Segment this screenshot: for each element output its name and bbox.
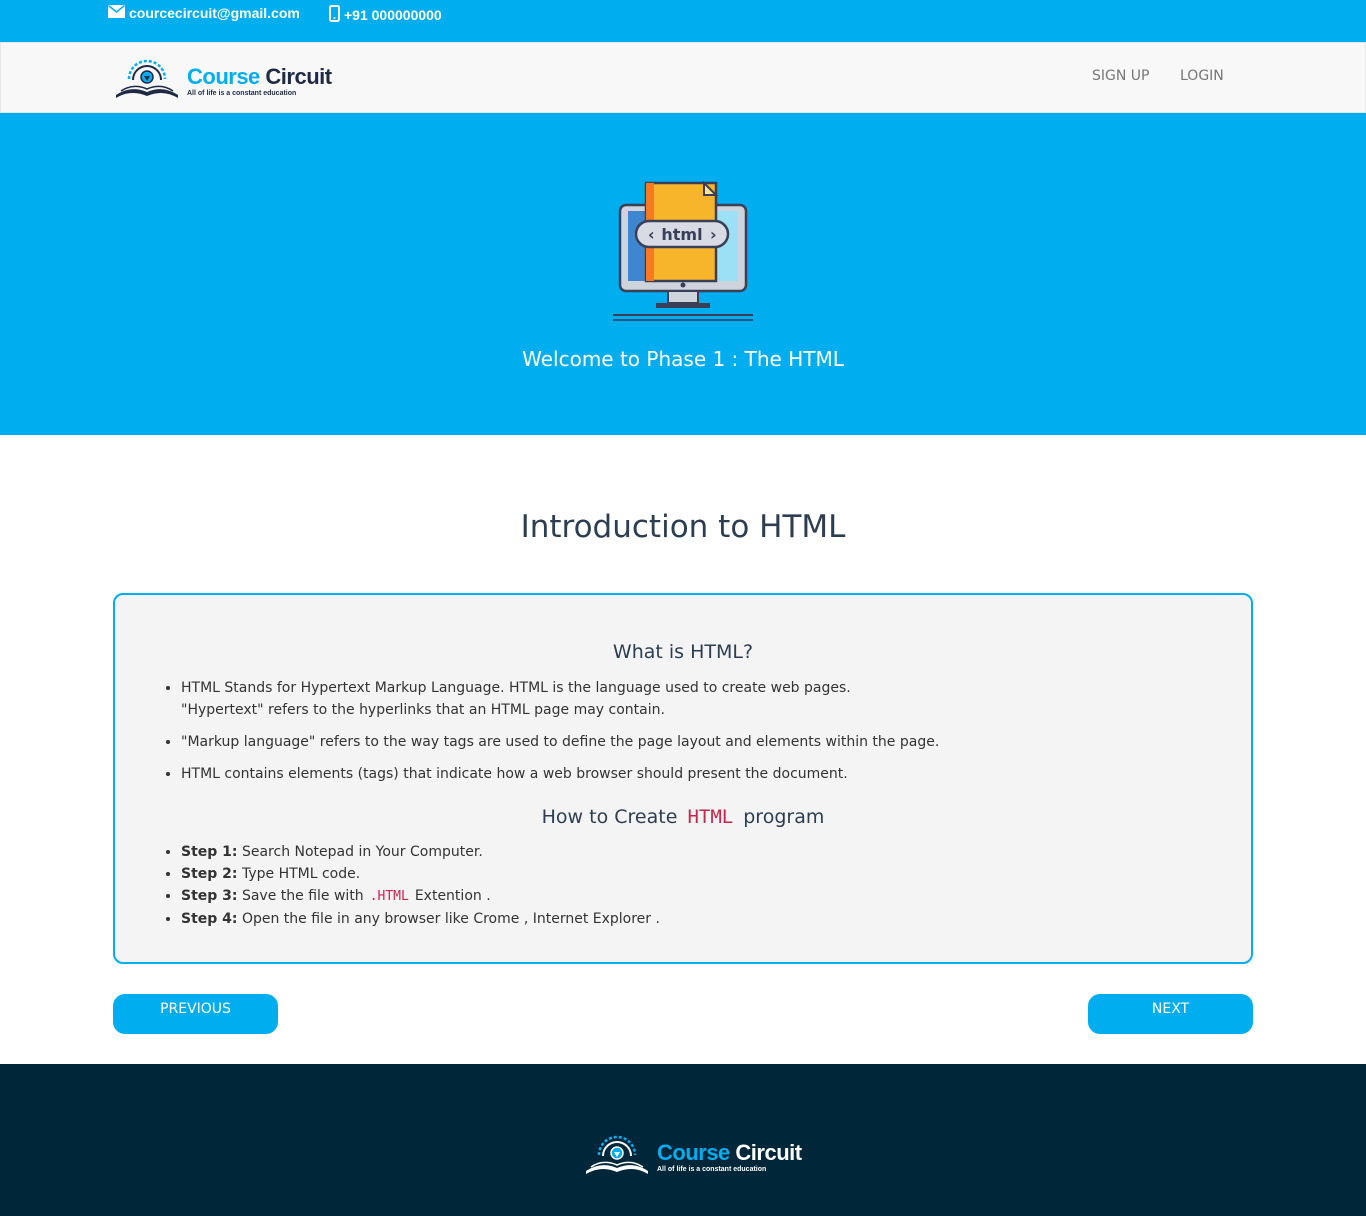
step-item: Step 3: Save the file with .HTML Extention… xyxy=(181,885,660,908)
brand-name: Course Circuit xyxy=(187,63,332,89)
list-item-text: "Markup language" refers to the way tags… xyxy=(181,734,940,750)
heading-code: HTML xyxy=(687,806,734,828)
hero-title: Welcome to Phase 1 : The HTML xyxy=(522,347,844,371)
previous-button[interactable]: PREVIOUS xyxy=(113,994,278,1034)
html-label: html xyxy=(661,225,702,244)
brand-name-second: Circuit xyxy=(265,63,332,89)
open-book-logo-icon xyxy=(113,57,181,105)
heading-text: program xyxy=(743,806,825,828)
step-text: Open the file in any browser like Crome … xyxy=(241,911,660,927)
step-text: Search Notepad in Your Computer. xyxy=(241,844,483,860)
step-label: Step 3: xyxy=(181,888,238,904)
brand-tagline: All of life is a constant education xyxy=(187,89,297,97)
html-definition-list: HTML Stands for Hypertext Markup Languag… xyxy=(181,677,939,795)
list-item-text: "Hypertext" refers to the hyperlinks tha… xyxy=(181,702,665,718)
step-label: Step 1: xyxy=(181,844,238,860)
svg-text:›: › xyxy=(710,225,717,244)
heading-text: How to Create xyxy=(541,806,678,828)
step-text: Save the file with xyxy=(241,888,364,904)
page-title: Introduction to HTML xyxy=(520,509,846,545)
list-item-text: HTML contains elements (tags) that indic… xyxy=(181,766,848,782)
step-text: Extention . xyxy=(414,888,491,904)
brand-name-first: Course xyxy=(187,63,260,89)
envelope-icon xyxy=(108,4,129,21)
step-label: Step 4: xyxy=(181,911,238,927)
navbar: Course Circuit All of life is a constant… xyxy=(0,42,1366,113)
brand-name-first: Course xyxy=(657,1139,730,1165)
step-label: Step 2: xyxy=(181,866,238,882)
section-heading-what-is-html: What is HTML? xyxy=(612,641,754,663)
footer-brand-name: Course Circuit xyxy=(657,1139,802,1165)
open-book-logo-icon xyxy=(583,1133,651,1181)
list-item: HTML contains elements (tags) that indic… xyxy=(181,763,939,785)
phone-text: +91 000000000 xyxy=(344,7,442,23)
step-item: Step 1: Search Notepad in Your Computer. xyxy=(181,841,660,863)
contact-phone[interactable]: +91 000000000 xyxy=(329,5,442,25)
mobile-phone-icon xyxy=(329,5,344,25)
top-contact-bar: courcecircuit@gmail.com +91 000000000 xyxy=(0,0,1366,42)
nav-login-link[interactable]: LOGIN xyxy=(1180,68,1224,84)
footer-brand-logo[interactable]: Course Circuit All of life is a constant… xyxy=(583,1133,802,1181)
brand-logo[interactable]: Course Circuit All of life is a constant… xyxy=(113,57,332,105)
list-item: HTML Stands for Hypertext Markup Languag… xyxy=(181,677,939,721)
next-button[interactable]: NEXT xyxy=(1088,994,1253,1034)
footer: Course Circuit All of life is a constant… xyxy=(0,1064,1366,1216)
list-item: "Markup language" refers to the way tags… xyxy=(181,731,939,753)
html-monitor-illustration: html ‹ › xyxy=(608,180,758,325)
steps-list: Step 1: Search Notepad in Your Computer.… xyxy=(181,841,660,930)
hero-banner: html ‹ › Welcome to Phase 1 : The HTML xyxy=(0,113,1366,435)
svg-text:‹: ‹ xyxy=(648,225,655,244)
step-code: .HTML xyxy=(369,889,409,904)
footer-brand-tagline: All of life is a constant education xyxy=(657,1165,767,1173)
step-item: Step 4: Open the file in any browser lik… xyxy=(181,908,660,930)
nav-signup-link[interactable]: SIGN UP xyxy=(1092,68,1149,84)
email-text: courcecircuit@gmail.com xyxy=(129,5,300,21)
list-item-text: HTML Stands for Hypertext Markup Languag… xyxy=(181,680,851,696)
step-item: Step 2: Type HTML code. xyxy=(181,863,660,885)
brand-name-second: Circuit xyxy=(735,1139,802,1165)
step-text: Type HTML code. xyxy=(241,866,361,882)
section-heading-how-to-create: How to Create HTML program xyxy=(115,806,1251,828)
lesson-card: What is HTML? HTML Stands for Hypertext … xyxy=(113,593,1253,964)
contact-email[interactable]: courcecircuit@gmail.com xyxy=(108,4,300,21)
